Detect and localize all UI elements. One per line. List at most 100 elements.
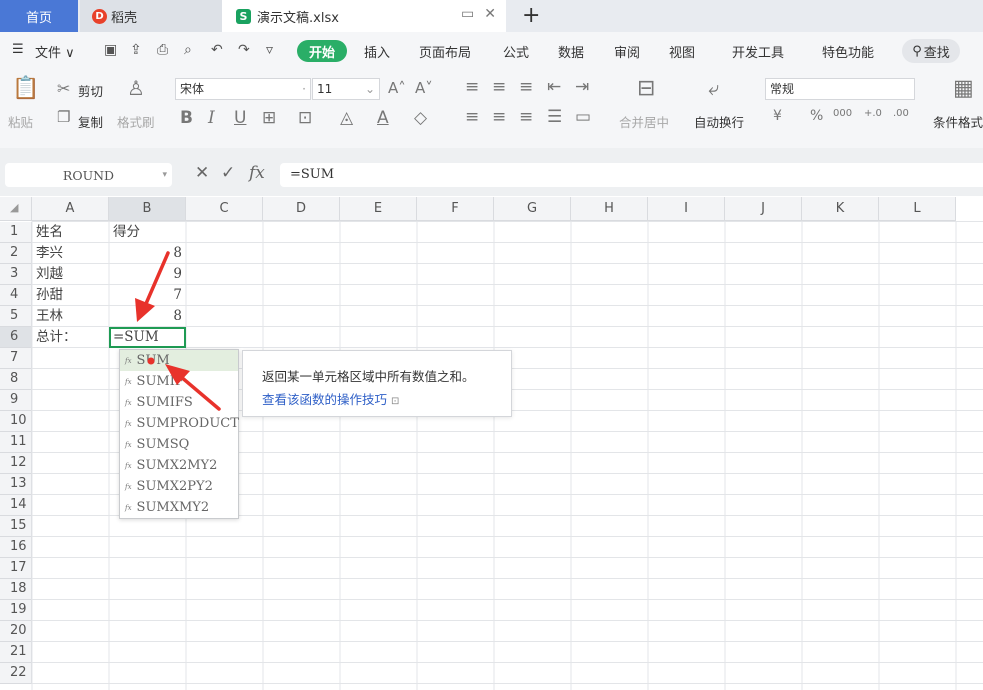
- name-box[interactable]: ROUND ▾: [5, 163, 172, 187]
- cell-B4[interactable]: 7: [109, 285, 186, 306]
- formula-input[interactable]: =SUM: [280, 163, 983, 187]
- print-icon[interactable]: ⎙: [157, 42, 168, 58]
- align-middle-icon[interactable]: ≡: [492, 77, 506, 97]
- align-bottom-icon[interactable]: ≡: [519, 77, 533, 97]
- print-preview-icon[interactable]: ⌕: [184, 42, 192, 58]
- new-tab-button[interactable]: +: [522, 3, 540, 28]
- align-left-icon[interactable]: ≡: [465, 107, 479, 127]
- cell-B5[interactable]: 8: [109, 306, 186, 327]
- font-color-icon[interactable]: A: [377, 108, 389, 128]
- close-tab-icon[interactable]: ✕: [484, 6, 496, 22]
- menu-file[interactable]: 文件 ∨: [35, 42, 75, 61]
- menu-developer[interactable]: 开发工具: [732, 42, 784, 61]
- insert-function-button[interactable]: fx: [249, 163, 265, 183]
- scissors-icon: ✂: [57, 79, 71, 98]
- copy-button[interactable]: 复制: [78, 112, 103, 131]
- fill-color-icon[interactable]: ⊡: [298, 108, 312, 128]
- highlight-icon[interactable]: ◬: [340, 108, 353, 128]
- format-painter-icon[interactable]: ♙: [127, 76, 145, 100]
- export-icon[interactable]: ⇪: [130, 42, 142, 58]
- menu-review[interactable]: 审阅: [614, 42, 640, 61]
- cell-A2[interactable]: 李兴: [32, 243, 109, 264]
- menu-view[interactable]: 视图: [669, 42, 695, 61]
- justify-icon[interactable]: ☰: [547, 107, 562, 127]
- cell-B6[interactable]: =SUM: [109, 327, 186, 348]
- italic-button[interactable]: I: [208, 108, 215, 128]
- align-center-icon[interactable]: ≡: [492, 107, 506, 127]
- tab-document[interactable]: S 演示文稿.xlsx ▭ ✕: [222, 0, 506, 32]
- autocomplete-item[interactable]: fx SUM: [120, 350, 238, 371]
- increase-indent-icon[interactable]: ⇥: [575, 77, 589, 97]
- hamburger-menu-icon[interactable]: ☰: [12, 42, 24, 57]
- currency-button[interactable]: ¥: [773, 108, 782, 124]
- align-right-icon[interactable]: ≡: [519, 107, 533, 127]
- number-format-select[interactable]: 常规: [765, 78, 915, 100]
- customize-icon[interactable]: ▿: [266, 42, 273, 58]
- autocomplete-item[interactable]: fx SUMXMY2: [120, 497, 238, 518]
- function-icon: fx: [125, 356, 132, 365]
- increase-decimal-button[interactable]: +.0: [864, 108, 882, 119]
- search-button[interactable]: ⚲ 查找: [902, 39, 960, 63]
- cell-A5[interactable]: 王林: [32, 306, 109, 327]
- function-icon: fx: [125, 377, 132, 386]
- decrease-indent-icon[interactable]: ⇤: [547, 77, 561, 97]
- decrease-font-icon[interactable]: A˅: [415, 79, 433, 97]
- underline-button[interactable]: U: [234, 108, 246, 128]
- name-box-value: ROUND: [62, 167, 115, 183]
- function-icon: fx: [125, 503, 132, 512]
- menu-insert[interactable]: 插入: [364, 42, 390, 61]
- conditional-format-icon[interactable]: ▦: [953, 76, 974, 101]
- cell-A4[interactable]: 孙甜: [32, 285, 109, 306]
- cell-A1[interactable]: 姓名: [32, 222, 109, 243]
- autocomplete-item[interactable]: fx SUMSQ: [120, 434, 238, 455]
- menu-home[interactable]: 开始: [297, 40, 347, 62]
- function-tooltip: 返回某一单元格区域中所有数值之和。 查看该函数的操作技巧 ⊡: [242, 350, 512, 417]
- cell-A6[interactable]: 总计：: [32, 327, 109, 348]
- autocomplete-item[interactable]: fx SUMX2PY2: [120, 476, 238, 497]
- function-tips-link[interactable]: 查看该函数的操作技巧 ⊡: [262, 389, 399, 408]
- decrease-decimal-button[interactable]: .00: [893, 108, 909, 119]
- borders-icon[interactable]: ⊞: [262, 108, 276, 128]
- thousands-button[interactable]: 000: [833, 108, 852, 119]
- search-label: 查找: [923, 45, 950, 61]
- tab-home[interactable]: 首页: [0, 0, 78, 32]
- merge-center-icon[interactable]: ⊟: [637, 76, 655, 101]
- font-name-select[interactable]: 宋体 ·: [175, 78, 311, 100]
- save-icon[interactable]: ▣: [104, 42, 117, 58]
- confirm-icon[interactable]: ✓: [221, 163, 235, 183]
- wrap-text-icon[interactable]: ⤶: [708, 76, 719, 100]
- paste-icon[interactable]: 📋: [12, 76, 39, 101]
- cell-B1[interactable]: 得分: [109, 222, 186, 243]
- undo-icon[interactable]: ↶: [211, 42, 223, 58]
- conditional-format-button[interactable]: 条件格式: [933, 112, 983, 131]
- cell-B3[interactable]: 9: [109, 264, 186, 285]
- redo-icon[interactable]: ↷: [238, 42, 250, 58]
- cell-B2[interactable]: 8: [109, 243, 186, 264]
- autocomplete-item[interactable]: fx SUMIFS: [120, 392, 238, 413]
- pin-icon[interactable]: ▭: [461, 6, 474, 22]
- format-painter-button[interactable]: 格式刷: [117, 112, 155, 131]
- wrap-text-button[interactable]: 自动换行: [694, 112, 744, 131]
- merge-center-button[interactable]: 合并居中: [619, 112, 669, 131]
- distributed-icon[interactable]: ▭: [575, 107, 591, 127]
- paste-button[interactable]: 粘贴: [8, 112, 33, 131]
- cancel-icon[interactable]: ✕: [195, 163, 209, 183]
- menu-special-features[interactable]: 特色功能: [822, 42, 874, 61]
- font-size-select[interactable]: 11 ⌄: [312, 78, 380, 100]
- clear-format-icon[interactable]: ◇: [414, 108, 427, 128]
- menu-file-label: 文件: [35, 46, 62, 61]
- autocomplete-item[interactable]: fx SUMIF: [120, 371, 238, 392]
- tab-daoke[interactable]: D 稻壳: [80, 0, 222, 32]
- bold-button[interactable]: B: [180, 108, 193, 128]
- cell-A3[interactable]: 刘越: [32, 264, 109, 285]
- menu-page-layout[interactable]: 页面布局: [419, 42, 471, 61]
- menu-data[interactable]: 数据: [558, 42, 584, 61]
- cut-button[interactable]: 剪切: [78, 81, 103, 100]
- number-format-value: 常规: [770, 82, 795, 96]
- menu-formulas[interactable]: 公式: [503, 42, 529, 61]
- align-top-icon[interactable]: ≡: [465, 77, 479, 97]
- percent-button[interactable]: %: [810, 108, 823, 124]
- increase-font-icon[interactable]: A˄: [388, 79, 406, 97]
- autocomplete-item[interactable]: fx SUMPRODUCT: [120, 413, 239, 434]
- autocomplete-item[interactable]: fx SUMX2MY2: [120, 455, 238, 476]
